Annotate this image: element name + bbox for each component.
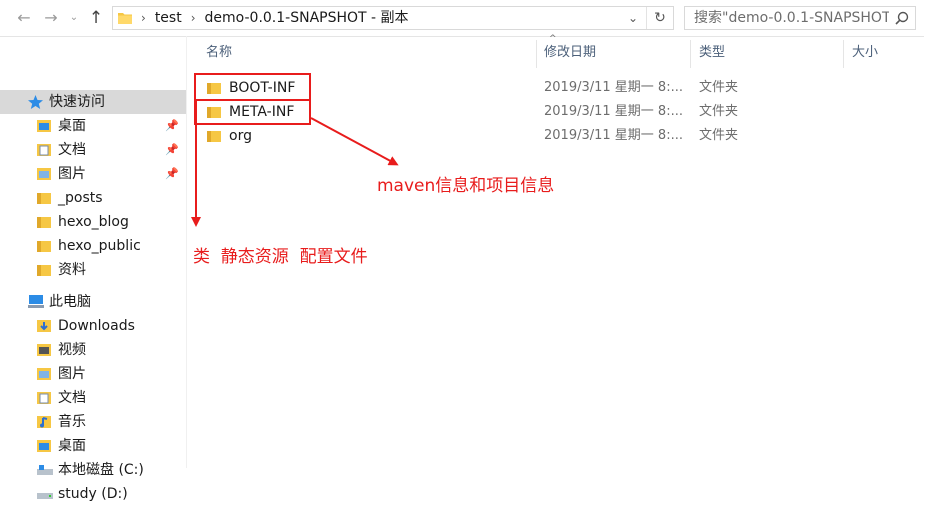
documents-folder-icon [37, 144, 51, 156]
column-headers: ^ 名称 修改日期 类型 大小 [187, 34, 932, 70]
file-type: 文件夹 [699, 80, 739, 95]
column-divider[interactable] [843, 40, 844, 68]
videos-folder-icon [37, 344, 51, 356]
highlight-box-boot-inf [194, 73, 311, 101]
sidebar-item-label: 快速访问 [49, 94, 105, 110]
pin-icon[interactable]: 📌 [165, 162, 179, 186]
breadcrumb-item-test[interactable]: test [155, 10, 182, 26]
column-header-size[interactable]: 大小 [852, 36, 878, 70]
desktop-folder-icon [37, 120, 51, 132]
navigation-pane: 快速访问 桌面 📌 文档 📌 图片 📌 _posts hexo_blog hex… [0, 36, 187, 502]
sidebar-item-label: 音乐 [58, 414, 86, 430]
pin-icon[interactable]: 📌 [165, 114, 179, 138]
sidebar-item-label: hexo_public [58, 238, 141, 254]
search-box[interactable]: 搜索"demo-0.0.1-SNAPSHOT - 副本" [684, 6, 916, 30]
search-icon[interactable] [895, 11, 909, 25]
chevron-down-icon[interactable]: ⌄ [623, 7, 643, 29]
annotation-boot-inf-note: 类 静态资源 配置文件 [193, 247, 368, 267]
annotation-meta-inf-note: maven信息和项目信息 [377, 176, 555, 196]
folder-icon [37, 265, 51, 276]
pictures-folder-icon [37, 368, 51, 380]
highlight-box-meta-inf [194, 99, 311, 125]
sidebar-item-label: 资料 [58, 262, 86, 278]
chevron-right-icon[interactable]: › [191, 11, 196, 25]
file-row-org[interactable]: org 2019/3/11 星期一 8:... 文件夹 [187, 124, 932, 148]
sidebar-item-label: _posts [58, 190, 103, 206]
sidebar-item-label: 此电脑 [49, 294, 91, 310]
computer-icon [28, 295, 44, 308]
sidebar-item-label: 图片 [58, 366, 86, 382]
folder-icon [37, 241, 51, 252]
sidebar-item-label: hexo_blog [58, 214, 129, 230]
folder-icon [37, 193, 51, 204]
downloads-folder-icon [37, 320, 51, 332]
sidebar-item-label: 文档 [58, 142, 86, 158]
pictures-folder-icon [37, 168, 51, 180]
folder-icon [118, 13, 132, 24]
file-type: 文件夹 [699, 104, 739, 119]
sidebar-item-label: 图片 [58, 166, 86, 182]
navigation-bar: ← → ⌄ ↑ › test › demo-0.0.1-SNAPSHOT - 副本 ⌄… [0, 0, 932, 37]
address-bar[interactable]: › test › demo-0.0.1-SNAPSHOT - 副本 ⌄ ↻ [112, 6, 674, 30]
sidebar-item-label: 桌面 [58, 118, 86, 134]
local-disk-icon [37, 465, 53, 475]
column-header-type[interactable]: 类型 [699, 36, 725, 70]
chevron-down-icon[interactable]: ⌄ [64, 8, 84, 28]
sidebar-item-label: 文档 [58, 390, 86, 406]
search-input[interactable]: 搜索"demo-0.0.1-SNAPSHOT - 副本" [694, 7, 889, 29]
file-modified: 2019/3/11 星期一 8:... [544, 80, 683, 95]
column-header-modified[interactable]: 修改日期 [544, 36, 596, 70]
file-name: org [229, 128, 252, 144]
scrollbar[interactable] [924, 36, 932, 468]
star-icon [28, 95, 43, 109]
refresh-icon[interactable]: ↻ [646, 7, 673, 29]
column-header-name[interactable]: 名称 [206, 36, 232, 70]
sidebar-item-label: 视频 [58, 342, 86, 358]
file-modified: 2019/3/11 星期一 8:... [544, 104, 683, 119]
pin-icon[interactable]: 📌 [165, 138, 179, 162]
chevron-right-icon[interactable]: › [141, 11, 146, 25]
column-divider[interactable] [536, 40, 537, 68]
breadcrumb-item-current[interactable]: demo-0.0.1-SNAPSHOT - 副本 [205, 10, 409, 26]
music-folder-icon [37, 416, 51, 428]
sidebar-item-label: 桌面 [58, 438, 86, 454]
column-divider[interactable] [690, 40, 691, 68]
sidebar-item-label: 本地磁盘 (C:) [58, 462, 144, 478]
disk-drive-icon [37, 493, 53, 499]
forward-arrow-icon[interactable]: → [41, 8, 61, 28]
file-type: 文件夹 [699, 128, 739, 143]
folder-icon [207, 131, 221, 142]
folder-icon [37, 217, 51, 228]
breadcrumb: › test › demo-0.0.1-SNAPSHOT - 副本 [141, 7, 409, 29]
sidebar-item-label: Downloads [58, 318, 135, 334]
file-modified: 2019/3/11 星期一 8:... [544, 128, 683, 143]
documents-folder-icon [37, 392, 51, 404]
back-arrow-icon[interactable]: ← [14, 8, 34, 28]
desktop-folder-icon [37, 440, 51, 452]
up-arrow-icon[interactable]: ↑ [86, 8, 106, 28]
sidebar-item-label: study (D:) [58, 486, 128, 502]
